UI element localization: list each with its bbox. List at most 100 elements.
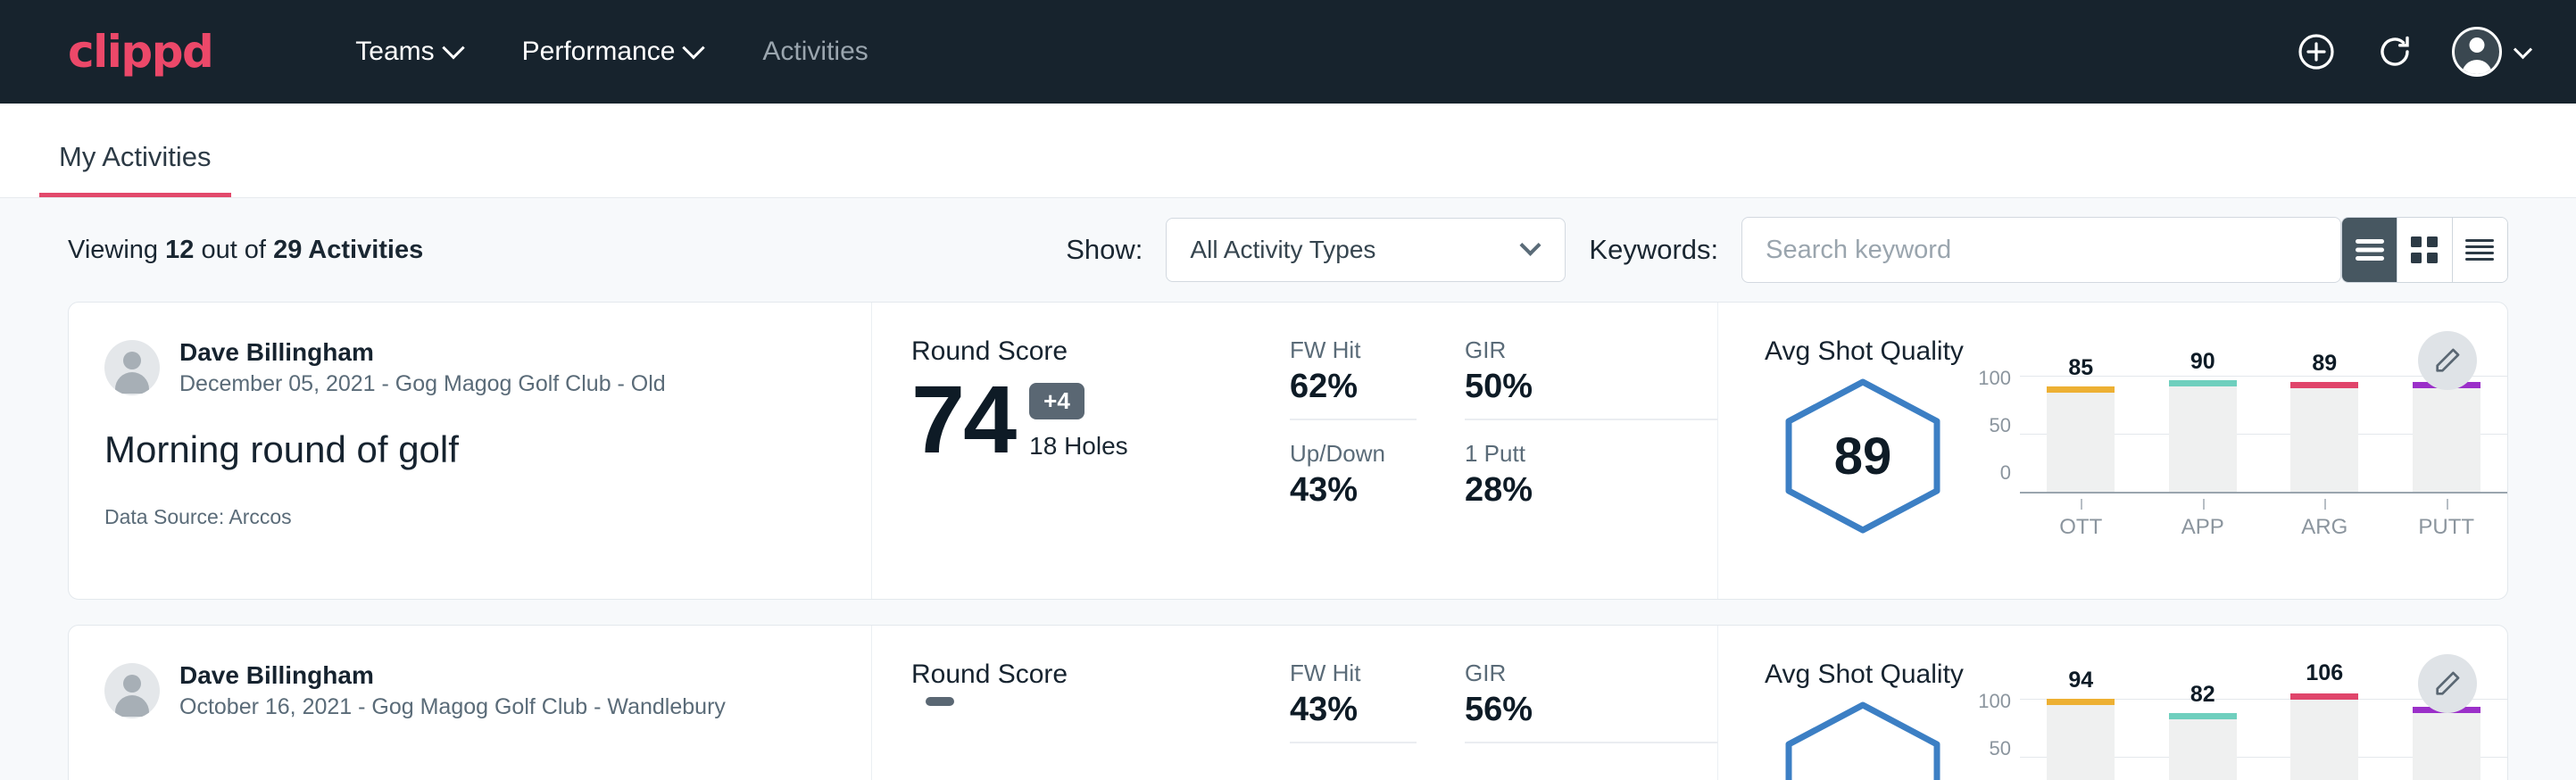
bar-value: 94 [2068, 668, 2093, 693]
quality-score-value: 89 [1778, 376, 1948, 536]
activity-card-header: Dave Billingham December 05, 2021 - Gog … [69, 303, 872, 599]
nav-item-activities-label: Activities [762, 37, 868, 67]
search-input[interactable] [1741, 217, 2341, 283]
bar-rect [2290, 699, 2358, 780]
bar-rect [2169, 718, 2237, 780]
nav-item-teams-label: Teams [355, 37, 434, 67]
stat-gir: GIR 50% [1465, 336, 1717, 420]
chart-y-axis: 100 50 0 [1968, 690, 2020, 780]
bar-ott: 94 [2020, 699, 2142, 780]
activity-card[interactable]: Dave Billingham December 05, 2021 - Gog … [68, 302, 2508, 600]
nav-item-performance-label: Performance [522, 37, 676, 67]
filter-bar: Viewing 12 out of 29 Activities Show: Al… [68, 198, 2508, 302]
primary-nav: Teams Performance Activities [325, 37, 898, 67]
y-tick: 50 [1990, 737, 2011, 760]
nav-item-performance[interactable]: Performance [492, 37, 733, 67]
avg-shot-quality-label: Avg Shot Quality [1765, 336, 2507, 367]
chevron-down-icon [683, 37, 705, 59]
quality-hexagon [1778, 699, 1948, 780]
stat-fw-hit: FW Hit 62% [1290, 336, 1417, 420]
bar-app: 90 [2142, 376, 2264, 492]
tab-my-activities[interactable]: My Activities [39, 141, 231, 197]
bar-value: 89 [2312, 351, 2337, 377]
viewing-prefix: Viewing [68, 236, 158, 264]
x-tick: ARG [2264, 499, 2386, 540]
avatar [104, 340, 160, 395]
plus-circle-icon[interactable] [2295, 30, 2338, 73]
player-name: Dave Billingham [179, 660, 726, 691]
clippd-logo[interactable]: clippd [68, 29, 212, 74]
shot-quality-chart: 100 50 0 94 82 [1961, 699, 2507, 780]
y-tick: 50 [1990, 414, 2011, 437]
x-tick: PUTT [2386, 499, 2508, 540]
avg-shot-quality-label: Avg Shot Quality [1765, 660, 2507, 690]
main-content: Viewing 12 out of 29 Activities Show: Al… [0, 198, 2576, 780]
tab-bar: My Activities [0, 104, 2576, 198]
grid-view-button[interactable] [2397, 218, 2453, 282]
chart-bars: 94 82 106 8 [2020, 699, 2507, 780]
chevron-down-icon [2514, 40, 2532, 59]
stat-up-down: Up/Down 43% [1290, 440, 1417, 510]
x-tick: OTT [2020, 499, 2142, 540]
refresh-icon[interactable] [2373, 30, 2416, 73]
round-score-label: Round Score [911, 336, 1290, 367]
x-tick: APP [2142, 499, 2264, 540]
y-tick: 0 [2000, 461, 2011, 485]
stat-one-putt: 1 Putt 28% [1465, 440, 1717, 510]
stat-gir: GIR 56% [1465, 660, 1717, 743]
avatar [104, 663, 160, 718]
activity-card-header: Dave Billingham October 16, 2021 - Gog M… [69, 626, 872, 780]
show-label: Show: [1066, 234, 1143, 266]
edit-activity-button[interactable] [2418, 331, 2477, 390]
stat-value: 28% [1465, 471, 1717, 510]
keywords-label: Keywords: [1589, 234, 1718, 266]
stats-grid: FW Hit 62% GIR 50% Up/Down 43% 1 Putt 28… [1290, 303, 1718, 599]
player-info: Dave Billingham December 05, 2021 - Gog … [104, 336, 832, 400]
stat-label: FW Hit [1290, 336, 1417, 364]
player-info: Dave Billingham October 16, 2021 - Gog M… [104, 660, 832, 723]
avatar [2452, 27, 2502, 77]
stat-label: 1 Putt [1465, 440, 1717, 468]
shot-quality-chart: 100 50 0 85 90 [1961, 376, 2507, 540]
stat-value: 62% [1290, 368, 1417, 406]
view-mode-toggle [2341, 217, 2508, 283]
top-navbar: clippd Teams Performance Activities [0, 0, 2576, 104]
list-view-button[interactable] [2342, 218, 2397, 282]
activity-title: Morning round of golf [104, 428, 832, 471]
stat-value: 43% [1290, 691, 1417, 729]
bar-ott: 85 [2020, 376, 2142, 492]
y-tick: 100 [1978, 690, 2011, 713]
activity-type-select[interactable]: All Activity Types [1166, 218, 1566, 282]
bar-rect [2290, 387, 2358, 492]
score-diff-badge [926, 697, 954, 706]
nav-item-teams[interactable]: Teams [325, 37, 491, 67]
bar-value: 106 [2306, 660, 2343, 686]
stat-label: FW Hit [1290, 660, 1417, 687]
bar-value: 82 [2190, 682, 2215, 708]
activity-card[interactable]: Dave Billingham October 16, 2021 - Gog M… [68, 625, 2508, 780]
user-menu-button[interactable] [2452, 27, 2530, 77]
bar-rect [2047, 704, 2115, 780]
stat-value: 50% [1465, 368, 1717, 406]
stat-value: 56% [1465, 691, 1717, 729]
quality-hexagon: 89 [1778, 376, 1948, 536]
activity-meta: December 05, 2021 - Gog Magog Golf Club … [179, 369, 666, 400]
bar-arg: 89 [2264, 376, 2386, 492]
stat-label: GIR [1465, 660, 1717, 687]
bar-rect [2169, 386, 2237, 492]
filter-controls: Show: All Activity Types Keywords: [1066, 217, 2341, 283]
stat-label: GIR [1465, 336, 1717, 364]
bar-arg: 106 [2264, 699, 2386, 780]
chart-bars: 85 90 89 89 [2020, 376, 2507, 494]
y-tick: 100 [1978, 367, 2011, 390]
activity-meta: October 16, 2021 - Gog Magog Golf Club -… [179, 693, 726, 723]
score-diff-badge: +4 [1029, 383, 1084, 419]
edit-activity-button[interactable] [2418, 654, 2477, 713]
navbar-actions [2295, 27, 2530, 77]
stats-grid: FW Hit 43% GIR 56% [1290, 626, 1718, 780]
nav-item-activities[interactable]: Activities [732, 37, 898, 67]
viewing-count: 12 [165, 236, 194, 264]
compact-view-button[interactable] [2453, 218, 2507, 282]
chart-x-axis: OTT APP ARG PUTT [2020, 499, 2507, 540]
stat-fw-hit: FW Hit 43% [1290, 660, 1417, 743]
